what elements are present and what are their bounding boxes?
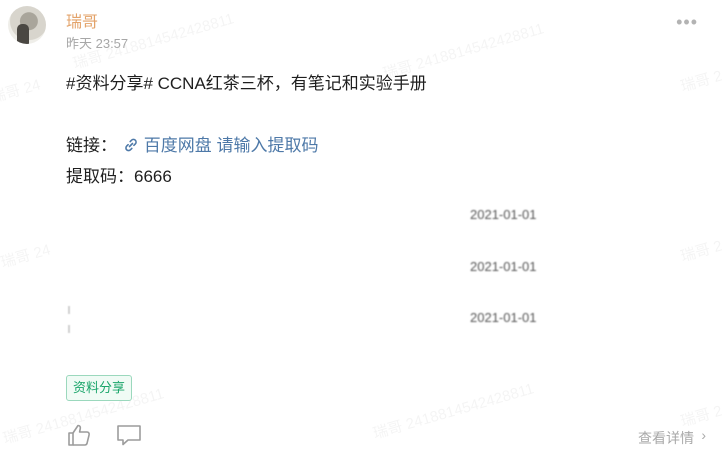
blurred-mark [68,306,70,314]
link-prefix: 链接： [66,136,117,155]
more-horizontal-icon[interactable]: ••• [676,12,698,33]
post-content: #资料分享# CCNA红茶三杯，有笔记和实验手册 链接： 百度网盘 请输入提取码… [66,68,427,192]
link-icon [122,130,140,161]
blurred-date: 2021-01-01 [470,259,537,274]
watermark: 瑞哥 24 [0,73,43,107]
view-details-link[interactable]: 查看详情 [638,428,694,448]
avatar[interactable] [8,6,46,44]
blurred-date: 2021-01-01 [470,207,537,222]
link-line: 链接： 百度网盘 请输入提取码 [66,130,427,161]
watermark: 瑞哥 2 [678,235,722,267]
share-link[interactable]: 百度网盘 请输入提取码 [122,136,319,155]
comment-icon[interactable] [116,423,142,447]
blurred-date: 2021-01-01 [470,310,537,325]
thumbs-up-icon[interactable] [66,422,92,448]
watermark: 瑞哥 2418814542428811 [370,377,536,443]
topic-tag[interactable]: 资料分享 [66,375,133,401]
post-time: 昨天 23:57 [66,36,129,51]
share-link-text[interactable]: 百度网盘 请输入提取码 [144,136,319,155]
extract-code-line: 提取码：6666 [66,167,172,186]
post-text-line: #资料分享# CCNA红茶三杯，有笔记和实验手册 [66,74,427,93]
watermark: 瑞哥 2 [678,65,722,97]
author-name[interactable]: 瑞哥 [66,8,98,32]
blurred-mark [68,325,70,333]
watermark: 瑞哥 2 [678,400,722,432]
chevron-right-icon[interactable]: › [701,427,706,443]
watermark: 瑞哥 24 [0,238,53,272]
